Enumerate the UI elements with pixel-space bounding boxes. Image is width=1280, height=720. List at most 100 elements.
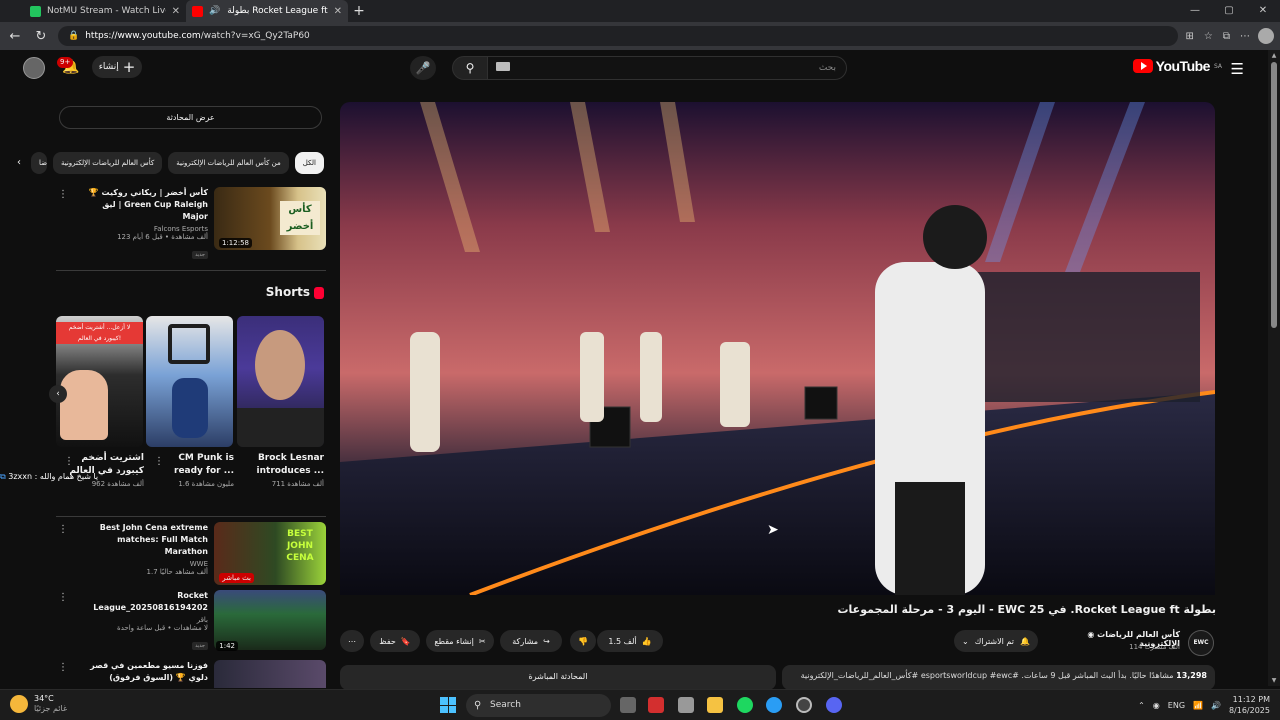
short-thumbnail-cmpunk[interactable]	[146, 316, 233, 447]
create-button[interactable]: إنشاء +	[92, 56, 142, 78]
new-badge: جديد	[192, 642, 208, 650]
save-button[interactable]: حفظ 🔖	[370, 630, 420, 652]
tab-title: Rocket League ft بطولة (29)	[226, 6, 328, 16]
start-button[interactable]	[440, 697, 456, 713]
page-scrollbar[interactable]: ▲ ▼	[1268, 50, 1280, 686]
more-actions-icon[interactable]: ⋮	[58, 189, 68, 200]
extensions-icon[interactable]: ⊞	[1186, 31, 1194, 42]
more-actions-icon[interactable]: ⋮	[58, 524, 68, 535]
video-channel[interactable]: WWE	[74, 560, 208, 568]
browser-tab-notmu[interactable]: NotMU Stream - Watch Live on F ✕	[24, 0, 186, 22]
search-icon: ⚲	[474, 700, 482, 711]
related-video[interactable]: BEST JOHN CENA بث مباشر Best John Cena ext…	[56, 522, 326, 586]
refresh-icon[interactable]: ↻	[32, 29, 50, 44]
video-channel[interactable]: Falcons Esports	[74, 225, 208, 233]
store-icon[interactable]	[678, 697, 694, 713]
search-input[interactable]: بحث	[487, 56, 847, 80]
related-video[interactable]: فوزنا مسيو مطعمين في قصر دلوي 🏆 (السوق ف…	[56, 660, 326, 688]
related-video[interactable]: 1:42 Rocket League_20250816194202 باقر ل…	[56, 590, 326, 654]
live-badge: بث مباشر	[219, 573, 254, 583]
video-title[interactable]: فوزنا مسيو مطعمين في قصر دلوي 🏆 (السوق ف…	[74, 660, 208, 684]
discord-icon[interactable]	[826, 697, 842, 713]
short-thumbnail-brock[interactable]	[237, 316, 324, 447]
notification-count-badge: 9+	[57, 57, 74, 68]
file-explorer-icon[interactable]	[707, 697, 723, 713]
scrollbar-thumb[interactable]	[1271, 62, 1277, 328]
show-chat-button[interactable]: عرض المحادثة	[59, 106, 322, 129]
window-controls: — ▢ ✕	[1178, 0, 1280, 22]
chips-next-icon[interactable]: ‹	[9, 152, 25, 174]
thumbs-up-icon: 👍	[641, 636, 652, 646]
weather-condition: غائم جزئيًا	[34, 704, 68, 713]
video-thumbnail[interactable]	[214, 660, 326, 688]
account-avatar[interactable]	[23, 57, 45, 79]
video-title[interactable]: Best John Cena extreme matches: Full Mat…	[74, 522, 208, 558]
language-indicator[interactable]: ENG	[1168, 701, 1185, 710]
video-title[interactable]: Rocket League_20250816194202	[74, 590, 208, 614]
edge-icon[interactable]	[766, 697, 782, 713]
dislike-button[interactable]: 👎	[570, 630, 596, 652]
close-tab-icon[interactable]: ✕	[172, 6, 180, 17]
minimize-icon[interactable]: —	[1178, 0, 1212, 22]
youtube-logo[interactable]: YouTube SA	[1132, 58, 1222, 74]
short-more-icon[interactable]: ⋮	[64, 456, 74, 467]
description-box[interactable]: 13,298 مشاهدًا حاليًا. بدأ البث المباشر …	[782, 665, 1215, 690]
clock[interactable]: 11:12 PM 8/16/2025	[1229, 694, 1270, 716]
like-button[interactable]: 1.5 ألف 👍	[597, 630, 663, 652]
short-thumbnail-keyboard[interactable]: لا أزعل... أشتريت أضخم كيبورد في العالم!	[56, 316, 143, 447]
chip-ewc[interactable]: كأس العالم للرياضات الإلكترونية	[52, 152, 163, 174]
short-more-icon[interactable]: ⋮	[154, 456, 164, 467]
voice-search-mic-icon[interactable]: 🎤	[410, 56, 436, 80]
youtube-play-icon	[1132, 59, 1153, 73]
more-actions-icon[interactable]: ⋮	[58, 592, 68, 603]
chrome-icon[interactable]	[796, 697, 812, 713]
url-field[interactable]: 🔒 https://www.youtube.com/watch?v=xG_Qy2…	[58, 26, 1178, 46]
clip-button[interactable]: إنشاء مقطع ✂	[426, 630, 494, 652]
wifi-icon[interactable]: 📶	[1193, 701, 1203, 710]
close-window-icon[interactable]: ✕	[1246, 0, 1280, 22]
volume-icon[interactable]: 🔊	[1211, 701, 1221, 710]
back-icon[interactable]: ←	[6, 29, 24, 44]
short-meta: Brock Lesnar introduces ... 711 ألف مشاه…	[238, 452, 324, 488]
short-views: 711 ألف مشاهدة	[271, 480, 324, 488]
more-actions-icon[interactable]: ⋮	[58, 662, 68, 673]
taskbar-search-label: Search	[490, 700, 521, 710]
more-actions-button[interactable]: ⋯	[340, 630, 364, 652]
chip-all[interactable]: الكل	[294, 152, 324, 174]
video-title[interactable]: 🏆 كأس أخضر | ريكاني روكيت ليق | Green Cu…	[74, 187, 208, 223]
video-channel[interactable]: باقر	[74, 616, 208, 624]
tab-audio-icon[interactable]: 🔊	[209, 6, 220, 16]
scroll-down-icon[interactable]: ▼	[1270, 677, 1278, 684]
video-stats: 123 ألف مشاهدة • قبل 6 أيام	[117, 233, 208, 241]
shorts-previous-icon[interactable]: ‹	[49, 385, 67, 403]
new-tab-button[interactable]: +	[348, 3, 370, 19]
spotify-icon[interactable]	[737, 697, 753, 713]
chip-from-ewc[interactable]: من كأس العالم للرياضات الإلكترونية	[168, 152, 289, 174]
search-button[interactable]: ⚲	[452, 56, 488, 80]
chevron-up-icon[interactable]: ⌃	[1138, 701, 1145, 710]
task-view-icon[interactable]	[620, 697, 636, 713]
related-video[interactable]: كأس أخضر 1:12:58 🏆 كأس أخضر | ريكاني روكي…	[56, 187, 326, 259]
short-title[interactable]: Brock Lesnar introduces ...	[238, 452, 324, 478]
share-button[interactable]: مشاركة ↪	[500, 630, 562, 652]
app-icon[interactable]	[648, 697, 664, 713]
taskbar-search[interactable]: ⚲ Search	[466, 694, 611, 717]
guide-menu-icon[interactable]: ☰	[1231, 60, 1244, 78]
more-icon[interactable]: ⋯	[1240, 31, 1250, 42]
video-meta: Rocket League_20250816194202 باقر لا مشا…	[74, 590, 208, 651]
browser-tab-youtube[interactable]: 🔊 Rocket League ft بطولة (29) ✕	[186, 0, 348, 22]
collections-icon[interactable]: ⧉	[1223, 31, 1230, 42]
keyboard-icon[interactable]	[496, 62, 510, 71]
scroll-up-icon[interactable]: ▲	[1270, 52, 1278, 59]
close-tab-icon[interactable]: ✕	[334, 6, 342, 17]
live-chat-label[interactable]: المحادثة المباشرة	[340, 665, 776, 690]
maximize-icon[interactable]: ▢	[1212, 0, 1246, 22]
overlay-user-text: 3zxxn : يا شيخ همام والله	[8, 472, 99, 481]
chip-ewc-2[interactable]: كأس العالم للرياضا	[30, 152, 47, 174]
network-icon[interactable]: ◉	[1153, 701, 1160, 710]
thumbnail-logo: BEST JOHN CENA	[286, 529, 314, 563]
profile-avatar[interactable]	[1258, 28, 1274, 44]
favorites-icon[interactable]: ☆	[1204, 31, 1213, 42]
weather-widget[interactable]: 34°C غائم جزئيًا	[10, 694, 67, 714]
site-info-icon[interactable]: 🔒	[68, 31, 79, 41]
